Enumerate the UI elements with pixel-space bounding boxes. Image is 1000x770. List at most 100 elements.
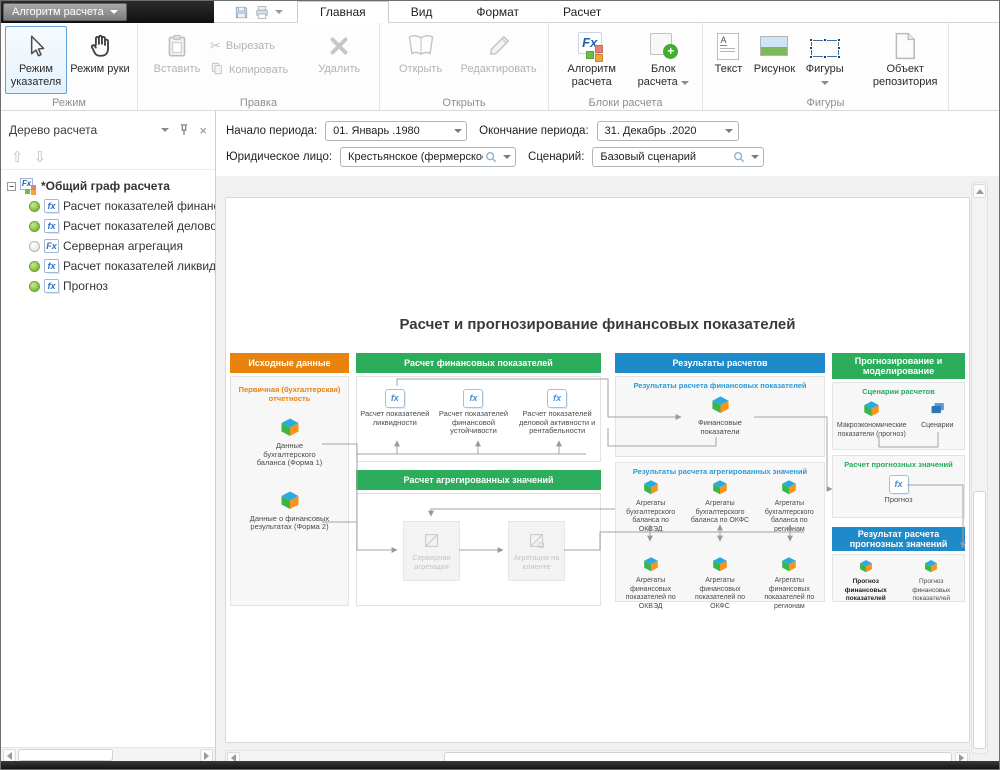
text-button[interactable]: A Текст: [709, 26, 748, 94]
node-fin-indicators[interactable]: Финансовые показатели: [616, 395, 824, 436]
tab-format[interactable]: Формат: [454, 1, 541, 22]
group-label-shapes: Фигуры: [703, 97, 948, 109]
node-scenarios[interactable]: Сценарии: [914, 400, 960, 439]
node-client-aggregation[interactable]: Агрегация на клиенте: [508, 521, 565, 581]
tree-root-item[interactable]: − Fx *Общий граф расчета: [1, 176, 215, 196]
node-agg-fin-okved[interactable]: Агрегаты финансовых показателей по ОКВЭД: [620, 556, 682, 611]
chevron-down-icon[interactable]: [746, 148, 763, 166]
node-agg-balance-okved[interactable]: Агрегаты бухгалтерского баланса по ОКВЭД: [620, 479, 682, 534]
save-icon[interactable]: [234, 5, 249, 20]
header-aggregation: Расчет агрегированных значений: [356, 470, 601, 490]
panel-scenarios[interactable]: Сценарии расчетов Макроэкономические пок…: [832, 382, 965, 450]
cube-icon: [280, 490, 300, 513]
hand-mode-button[interactable]: Режим руки: [69, 26, 131, 94]
block-plus-icon: +: [648, 30, 678, 62]
panel-calc-indicators[interactable]: fx Расчет показателей ликвидности fx Рас…: [356, 376, 601, 462]
scroll-up-icon[interactable]: [973, 184, 986, 198]
scroll-thumb[interactable]: [973, 491, 986, 749]
chevron-down-icon[interactable]: [449, 122, 466, 140]
calc-block-button[interactable]: + Блок расчета: [629, 26, 699, 94]
end-period-combo[interactable]: 31. Декабрь .2020: [597, 121, 739, 141]
search-icon[interactable]: [483, 151, 498, 163]
edit-document-button[interactable]: Редактировать: [453, 26, 544, 94]
shapes-button[interactable]: Фигуры: [801, 26, 848, 94]
node-balance-data[interactable]: Данные бухгалтерского баланса (Форма 1): [231, 417, 348, 468]
chevron-down-icon: [110, 10, 118, 14]
cube-icon: [859, 559, 873, 576]
pin-icon[interactable]: [179, 124, 189, 136]
node-finresults-data[interactable]: Данные о финансовых результатах (Форма 2…: [231, 490, 348, 532]
tree-item-label: Расчет показателей деловой: [63, 219, 215, 233]
calc-tree-panel: Дерево расчета × ⇧ ⇩ − Fx: [1, 111, 216, 763]
scenario-combo[interactable]: Базовый сценарий: [592, 147, 764, 167]
picture-button[interactable]: Рисунок: [750, 26, 799, 94]
node-macro-indicators[interactable]: Макроэкономические показатели (прогноз): [837, 400, 907, 439]
panel-forecast-result[interactable]: Прогноз финансовых показателей Прогноз ф…: [832, 554, 965, 602]
node-liquidity[interactable]: fx Расчет показателей ликвидности: [358, 389, 432, 436]
move-up-icon[interactable]: ⇧: [11, 148, 24, 166]
status-dot: [29, 221, 40, 232]
node-server-aggregation[interactable]: Серверная агрегация: [403, 521, 460, 581]
panel-aggregation[interactable]: Серверная агрегация Агрегация на клиенте: [356, 493, 601, 606]
tree-item[interactable]: fx Прогноз: [1, 276, 215, 296]
open-button[interactable]: Открыть: [390, 26, 451, 94]
app-menu-label: Алгоритм расчета: [12, 6, 104, 18]
calc-algorithm-button[interactable]: Fx Алгоритм расчета: [557, 26, 627, 94]
chevron-down-icon[interactable]: [498, 148, 515, 166]
node-forecast-fin-1[interactable]: Прогноз финансовых показателей: [837, 559, 895, 604]
close-icon[interactable]: ×: [199, 123, 207, 138]
quick-access-toolbar: [226, 1, 283, 23]
node-agg-fin-region[interactable]: Агрегаты финансовых показателей по регио…: [758, 556, 820, 611]
tree-item-label: Расчет показателей ликвидн: [63, 259, 215, 273]
group-label-open: Открыть: [380, 97, 548, 109]
print-icon[interactable]: [254, 5, 270, 20]
copy-button[interactable]: Копировать: [210, 62, 288, 78]
panel-source-data[interactable]: Первичная (бухгалтерская) отчетность Дан…: [230, 376, 349, 606]
tree-item[interactable]: Fx Серверная агрегация: [1, 236, 215, 256]
panel-fin-results[interactable]: Результаты расчета финансовых показателе…: [615, 376, 825, 457]
header-calc-results: Результаты расчетов: [615, 353, 825, 373]
tree-item[interactable]: fx Расчет показателей финансо: [1, 196, 215, 216]
node-activity[interactable]: fx Расчет показателей деловой активности…: [515, 389, 599, 436]
node-agg-balance-region[interactable]: Агрегаты бухгалтерского баланса по регио…: [758, 479, 820, 534]
app-menu-button[interactable]: Алгоритм расчета: [3, 3, 127, 21]
tab-view[interactable]: Вид: [389, 1, 455, 22]
node-forecast[interactable]: fx Прогноз: [833, 475, 964, 505]
text-document-icon: A: [717, 30, 739, 62]
tab-home[interactable]: Главная: [297, 1, 389, 23]
fx-algorithm-icon: Fx: [577, 30, 607, 62]
node-stability[interactable]: fx Расчет показателей финансовой устойчи…: [433, 389, 513, 436]
repository-object-button[interactable]: Объект репозитория: [866, 26, 944, 94]
move-down-icon[interactable]: ⇩: [34, 148, 47, 166]
start-period-combo[interactable]: 01. Январь .1980: [325, 121, 467, 141]
graph-root-icon: Fx: [20, 178, 37, 194]
collapse-icon[interactable]: −: [7, 182, 16, 191]
node-forecast-fin-2[interactable]: Прогноз финансовых показателей: [902, 559, 960, 604]
cut-button[interactable]: ✂ Вырезать: [210, 38, 288, 54]
diagram-canvas[interactable]: Расчет и прогнозирование финансовых пока…: [225, 197, 970, 743]
block-dropdown-icon[interactable]: [681, 81, 689, 85]
pointer-mode-button[interactable]: Режим указателя: [5, 26, 67, 94]
tree-item[interactable]: fx Расчет показателей деловой: [1, 216, 215, 236]
tree-item[interactable]: fx Расчет показателей ликвидн: [1, 256, 215, 276]
fx-doc-icon: fx: [547, 389, 567, 408]
paste-button[interactable]: Вставить: [146, 26, 208, 94]
title-bar-dark-zone: Алгоритм расчета: [1, 1, 214, 23]
shapes-dropdown-icon[interactable]: [821, 81, 829, 85]
delete-button[interactable]: Удалить: [308, 26, 370, 94]
panel-agg-results[interactable]: Результаты расчета агрегированных значен…: [615, 462, 825, 602]
search-icon[interactable]: [731, 151, 746, 163]
node-agg-fin-okfs[interactable]: Агрегаты финансовых показателей по ОКФС: [689, 556, 751, 611]
node-agg-balance-okfs[interactable]: Агрегаты бухгалтерского баланса по ОКФС: [689, 479, 751, 534]
fx-doc-icon: fx: [44, 279, 59, 293]
panel-forecast-calc[interactable]: Расчет прогнозных значений fx Прогноз: [832, 455, 965, 518]
chevron-down-icon[interactable]: [721, 122, 738, 140]
print-dropdown-icon[interactable]: [275, 10, 283, 14]
panel-menu-icon[interactable]: [161, 128, 169, 132]
header-forecasting: Прогнозирование и моделирование: [832, 353, 965, 379]
fx-doc-icon: fx: [385, 389, 405, 408]
legal-entity-combo[interactable]: Крестьянское (фермерское) хозяй: [340, 147, 516, 167]
tab-calculation[interactable]: Расчет: [541, 1, 623, 22]
scroll-thumb[interactable]: [18, 749, 113, 761]
canvas-vscrollbar[interactable]: [971, 182, 988, 754]
